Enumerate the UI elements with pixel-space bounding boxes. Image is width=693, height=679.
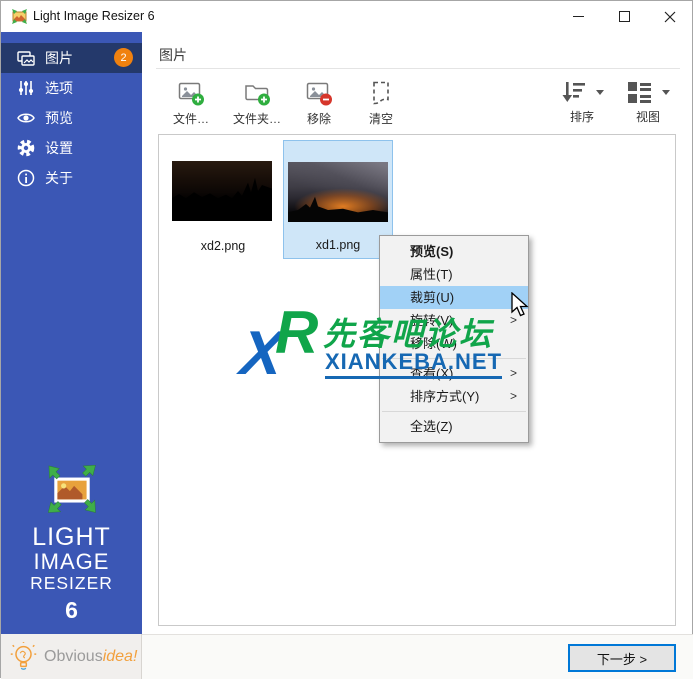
image-tile-xd1-selected[interactable]: xd1.png — [283, 140, 393, 259]
menu-item-properties[interactable]: 属性(T) — [380, 263, 528, 286]
add-folder-button[interactable]: 文件夹… — [223, 80, 291, 130]
eye-icon — [16, 108, 36, 128]
app-logo-large-icon — [47, 464, 97, 514]
add-image-icon — [178, 80, 205, 107]
image-tile-xd2[interactable]: xd2.png — [168, 140, 278, 259]
page-title: 图片 — [159, 45, 187, 65]
toolbar-button-label: 清空 — [369, 110, 393, 127]
menu-item-select-all[interactable]: 全选(Z) — [380, 415, 528, 438]
remove-button[interactable]: 移除 — [293, 80, 345, 130]
thumbnail-xd1 — [288, 162, 388, 222]
sidebar: 图片 2 选项 预览 设置 关于 — [1, 32, 142, 634]
gear-icon — [16, 138, 36, 158]
menu-item-preview[interactable]: 预览(S) — [380, 240, 528, 263]
toolbar-button-label: 排序 — [570, 108, 594, 125]
view-dropdown-caret-icon[interactable] — [662, 90, 670, 99]
sidebar-item-options[interactable]: 选项 — [1, 73, 142, 103]
add-files-button[interactable]: 文件… — [161, 80, 221, 130]
clear-button[interactable]: 清空 — [355, 80, 407, 130]
close-button[interactable] — [647, 1, 693, 32]
remove-image-icon — [306, 80, 333, 107]
add-folder-icon — [244, 80, 271, 107]
image-count-badge: 2 — [114, 48, 133, 67]
menu-item-label: 移除(W) — [410, 336, 457, 351]
next-step-button[interactable]: 下一步 > — [568, 644, 676, 672]
logo-text-resizer: RESIZER — [1, 573, 142, 593]
toolbar-button-label: 文件夹… — [233, 110, 281, 127]
menu-item-remove[interactable]: 移除(W) — [380, 332, 528, 355]
header-divider — [156, 68, 680, 69]
file-name: xd2.png — [168, 239, 278, 253]
app-logo-icon — [11, 8, 28, 25]
toolbar-button-label: 文件… — [173, 110, 209, 127]
window-title: Light Image Resizer 6 — [33, 9, 155, 23]
menu-item-crop[interactable]: 裁剪(U) — [380, 286, 528, 309]
app-logo-block: LIGHT IMAGE RESIZER 6 — [1, 464, 142, 624]
sort-icon — [560, 80, 587, 105]
context-menu: 预览(S) 属性(T) 裁剪(U) 旋转(V)> 移除(W) 查看(X)> 排序… — [379, 235, 529, 443]
sidebar-item-images[interactable]: 图片 2 — [1, 43, 142, 73]
menu-item-label: 旋转(V) — [410, 313, 453, 328]
sidebar-item-label: 选项 — [45, 78, 73, 98]
title-bar: Light Image Resizer 6 — [1, 1, 692, 32]
sidebar-item-label: 设置 — [45, 138, 73, 158]
menu-item-rotate[interactable]: 旋转(V)> — [380, 309, 528, 332]
view-button[interactable]: 视图 — [617, 80, 679, 130]
next-step-label: 下一步 > — [597, 649, 647, 668]
menu-item-label: 排序方式(Y) — [410, 389, 479, 404]
sliders-icon — [16, 78, 36, 98]
sidebar-item-label: 关于 — [45, 168, 73, 188]
toolbar-button-label: 移除 — [307, 110, 331, 127]
menu-item-label: 查看(X) — [410, 366, 453, 381]
logo-text-version: 6 — [1, 597, 142, 624]
thumbnail-xd2 — [172, 161, 272, 221]
maximize-icon — [619, 11, 630, 22]
menu-separator — [382, 358, 526, 359]
mouse-cursor — [509, 292, 533, 318]
lightbulb-icon — [10, 641, 37, 673]
menu-item-label: 属性(T) — [410, 267, 453, 282]
file-name: xd1.png — [284, 238, 392, 252]
sort-dropdown-caret-icon[interactable] — [596, 90, 604, 99]
toolbar-button-label: 视图 — [636, 108, 660, 125]
clear-icon — [368, 80, 395, 107]
sort-button[interactable]: 排序 — [551, 80, 613, 130]
submenu-arrow-icon: > — [510, 362, 517, 385]
brand-footer: Obviousidea! — [1, 634, 142, 679]
close-icon — [664, 11, 676, 23]
menu-item-sort-by[interactable]: 排序方式(Y) > — [380, 385, 528, 408]
view-icon — [626, 80, 653, 105]
menu-item-label: 预览(S) — [410, 244, 453, 259]
menu-item-view[interactable]: 查看(X) > — [380, 362, 528, 385]
brand-obvious: Obvious — [44, 648, 103, 665]
info-icon — [16, 168, 36, 188]
tent-detail — [357, 212, 385, 222]
logo-text-image: IMAGE — [1, 550, 142, 573]
menu-item-label: 全选(Z) — [410, 419, 453, 434]
submenu-arrow-icon: > — [510, 385, 517, 408]
maximize-button[interactable] — [601, 1, 647, 32]
app-window: Light Image Resizer 6 图片 2 选项 预览 — [0, 0, 693, 678]
menu-item-label: 裁剪(U) — [410, 290, 454, 305]
minimize-button[interactable] — [555, 1, 601, 32]
images-icon — [16, 48, 36, 68]
sidebar-item-settings[interactable]: 设置 — [1, 133, 142, 163]
sidebar-item-label: 图片 — [45, 48, 73, 68]
sidebar-item-label: 预览 — [45, 108, 73, 128]
sidebar-item-preview[interactable]: 预览 — [1, 103, 142, 133]
sidebar-item-about[interactable]: 关于 — [1, 163, 142, 193]
logo-text-light: LIGHT — [1, 525, 142, 550]
menu-separator — [382, 411, 526, 412]
minimize-icon — [573, 16, 584, 17]
brand-idea: idea! — [103, 648, 138, 665]
